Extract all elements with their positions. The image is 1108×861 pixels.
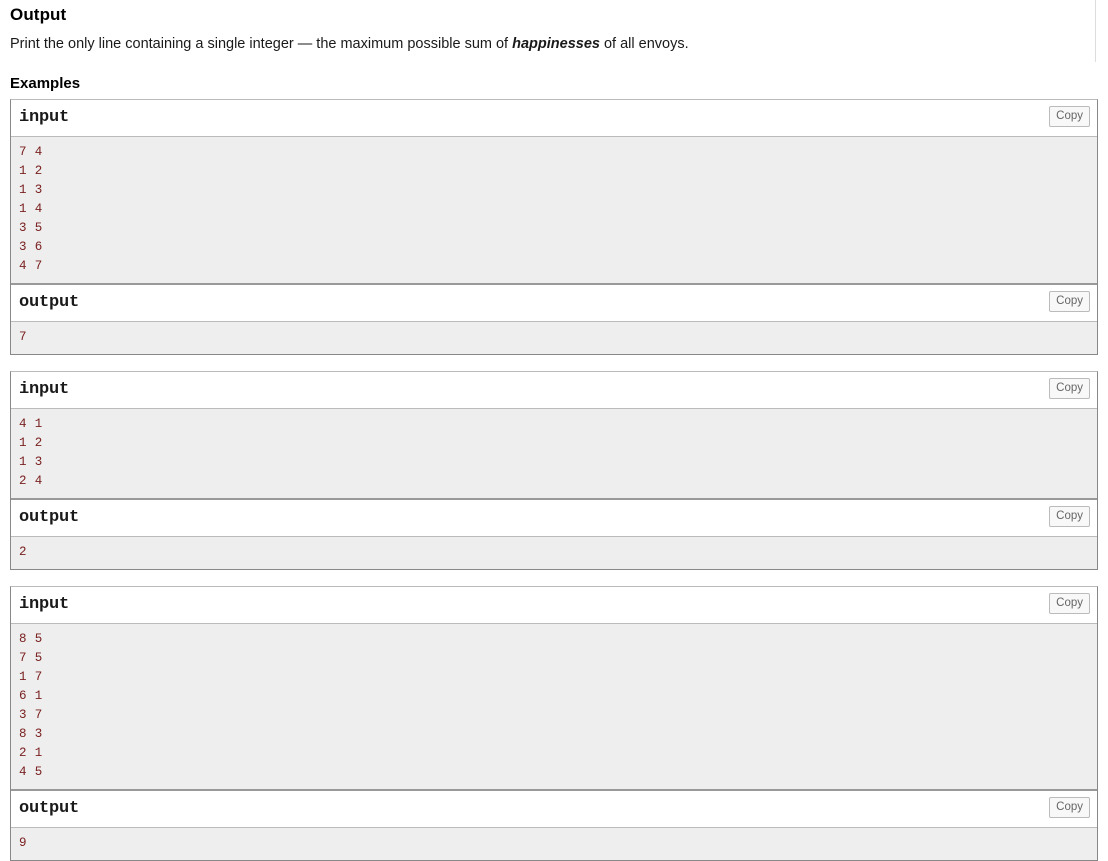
copy-output-button-2[interactable]: Copy [1049, 506, 1090, 527]
examples-heading: Examples [10, 75, 81, 92]
copy-output-button-3[interactable]: Copy [1049, 797, 1090, 818]
output-code-3: 9 [19, 836, 27, 850]
output-code-1: 7 [19, 330, 27, 344]
input-header-1: input Copy [11, 100, 1097, 137]
output-header-2: output Copy [11, 498, 1097, 537]
input-header-2: input Copy [11, 372, 1097, 409]
output-code-2: 2 [19, 545, 27, 559]
input-body-1: 7 4 1 2 1 3 1 4 3 5 3 6 4 7 [11, 137, 1097, 283]
output-label-1: output [19, 293, 80, 312]
sample-test-1: input Copy 7 4 1 2 1 3 1 4 3 5 3 6 4 7 o… [10, 99, 1098, 355]
output-label-2: output [19, 508, 80, 527]
copy-input-button-2[interactable]: Copy [1049, 378, 1090, 399]
output-body-3: 9 [11, 828, 1097, 860]
input-body-2: 4 1 1 2 1 3 2 4 [11, 409, 1097, 498]
sample-tests-container: input Copy 7 4 1 2 1 3 1 4 3 5 3 6 4 7 o… [0, 99, 1108, 861]
copy-input-button-3[interactable]: Copy [1049, 593, 1090, 614]
output-header-1: output Copy [11, 283, 1097, 322]
output-description-part-1: Print the only line containing a single … [10, 36, 513, 52]
output-section: Output Print the only line containing a … [0, 0, 1108, 62]
input-label-1: input [19, 108, 70, 127]
output-description: Print the only line containing a single … [10, 25, 1098, 54]
input-code-2: 4 1 1 2 1 3 2 4 [19, 417, 43, 488]
output-body-1: 7 [11, 322, 1097, 354]
input-label-3: input [19, 595, 70, 614]
input-header-3: input Copy [11, 587, 1097, 624]
copy-output-button-1[interactable]: Copy [1049, 291, 1090, 312]
input-code-1: 7 4 1 2 1 3 1 4 3 5 3 6 4 7 [19, 145, 43, 273]
header-vertical-rule [1095, 0, 1096, 62]
sample-test-3: input Copy 8 5 7 5 1 7 6 1 3 7 8 3 2 1 4… [10, 586, 1098, 861]
output-description-part-2: of all envoys. [599, 36, 689, 52]
input-body-3: 8 5 7 5 1 7 6 1 3 7 8 3 2 1 4 5 [11, 624, 1097, 789]
output-description-emphasis: happinesses [512, 36, 600, 52]
output-body-2: 2 [11, 537, 1097, 569]
copy-input-button-1[interactable]: Copy [1049, 106, 1090, 127]
page-title: Output [10, 5, 67, 24]
sample-test-2: input Copy 4 1 1 2 1 3 2 4 output Copy 2 [10, 371, 1098, 570]
input-code-3: 8 5 7 5 1 7 6 1 3 7 8 3 2 1 4 5 [19, 632, 43, 779]
input-label-2: input [19, 380, 70, 399]
output-label-3: output [19, 799, 80, 818]
output-header-3: output Copy [11, 789, 1097, 828]
